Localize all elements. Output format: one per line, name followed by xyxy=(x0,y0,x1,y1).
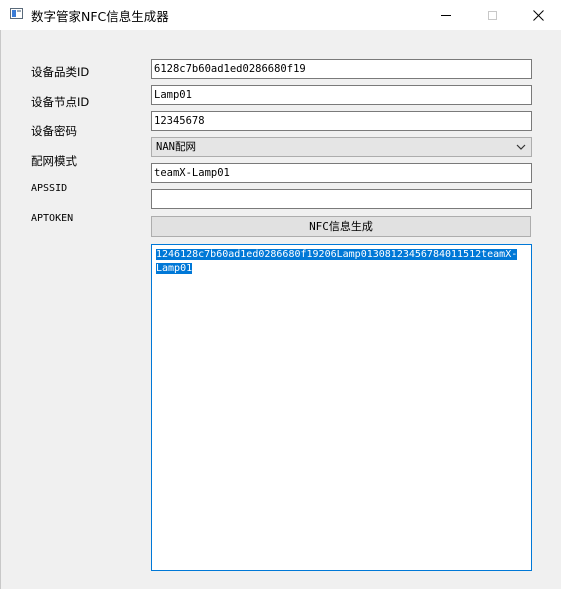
minimize-button[interactable] xyxy=(423,0,469,30)
category-id-label: 设备品类ID xyxy=(31,65,90,79)
apssid-input[interactable] xyxy=(151,189,532,209)
window-title: 数字管家NFC信息生成器 xyxy=(31,9,169,24)
mode-select-value: NAN配网 xyxy=(156,141,196,153)
minimize-icon xyxy=(441,14,451,16)
output-line-1: 1246128c7b60ad1ed0286680f19206Lamp013081… xyxy=(156,249,518,260)
node-id-input[interactable]: Lamp01 xyxy=(151,85,532,105)
maximize-icon xyxy=(487,10,497,20)
node-id-label: 设备节点ID xyxy=(31,95,90,109)
password-input[interactable]: 12345678 xyxy=(151,111,532,131)
app-window-icon xyxy=(10,8,23,19)
mode-extra-input[interactable]: teamX-Lamp01 xyxy=(151,163,532,183)
title-bar: 数字管家NFC信息生成器 xyxy=(0,0,561,30)
generate-nfc-button[interactable]: NFC信息生成 xyxy=(151,216,531,237)
window-edge xyxy=(0,30,1,589)
mode-label: 配网模式 xyxy=(31,154,77,168)
close-button[interactable] xyxy=(515,0,561,30)
maximize-button[interactable] xyxy=(469,0,515,30)
aptoken-label: APTOKEN xyxy=(31,213,74,224)
password-label: 设备密码 xyxy=(31,124,77,138)
output-line-2: Lamp01 xyxy=(156,263,193,274)
category-id-input[interactable]: 6128c7b60ad1ed0286680f19 xyxy=(151,59,532,79)
close-icon xyxy=(532,9,544,21)
apssid-label: APSSID xyxy=(31,183,68,194)
nfc-output-textarea[interactable]: 1246128c7b60ad1ed0286680f19206Lamp013081… xyxy=(151,244,532,571)
mode-select[interactable]: NAN配网 xyxy=(151,137,532,157)
chevron-down-icon xyxy=(516,144,526,150)
